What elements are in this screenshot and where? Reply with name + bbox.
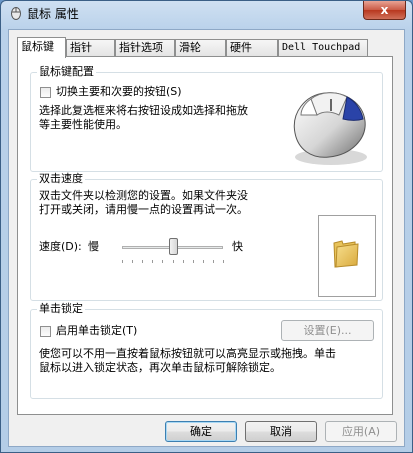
switch-buttons-label[interactable]: 切换主要和次要的按钮(S) [56, 85, 182, 99]
slider-tick [182, 260, 184, 263]
slider-tick [192, 260, 194, 263]
slider-tick [212, 260, 214, 263]
cancel-button[interactable]: 取消 [245, 421, 317, 442]
close-button[interactable]: x [363, 1, 406, 20]
close-icon: x [380, 3, 389, 17]
double-click-speed-group: 双击速度 双击文件夹以检测您的设置。如果文件夹没 打开或关闭，请用慢一点的设置再… [30, 172, 383, 301]
click-lock-label[interactable]: 启用单击锁定(T) [56, 324, 137, 338]
mouse-properties-icon [11, 7, 21, 20]
fast-label: 快 [232, 240, 243, 253]
ok-button[interactable]: 确定 [165, 421, 237, 442]
click-lock-description: 鼠标以进入锁定状态，再次单击鼠标可解除锁定。 [39, 361, 281, 374]
title-bar[interactable]: 鼠标 属性 x [1, 1, 412, 25]
test-area[interactable] [318, 215, 376, 297]
group-label: 单击锁定 [37, 302, 85, 316]
slow-label: 慢 [88, 240, 99, 253]
slider-tick [202, 260, 204, 263]
slider-tick [223, 260, 224, 263]
click-lock-settings-button[interactable]: 设置(E)... [281, 320, 374, 341]
speed-slider-thumb[interactable] [168, 238, 178, 255]
tab-hardware[interactable]: 硬件 [226, 39, 278, 56]
mouse-image-icon [293, 92, 367, 165]
slider-tick [172, 260, 174, 263]
tab-buttons[interactable]: 鼠标键 [17, 37, 66, 58]
double-click-description: 打开或关闭，请用慢一点的设置再试一次。 [39, 203, 248, 216]
double-click-description: 双击文件夹以检测您的设置。如果文件夹没 [39, 189, 248, 202]
mouse-properties-window: 鼠标 属性 x 鼠标键 指针 指针选项 滑轮 硬件 Dell Touchpad … [0, 0, 413, 453]
click-lock-checkbox[interactable] [40, 326, 51, 337]
group-label: 鼠标键配置 [37, 65, 96, 79]
slider-tick [162, 260, 164, 263]
dialog-client-area: 鼠标键 指针 指针选项 滑轮 硬件 Dell Touchpad 鼠标键配置 切换… [8, 29, 405, 447]
window-title: 鼠标 属性 [27, 7, 79, 21]
click-lock-description: 使您可以不用一直按着鼠标按钮就可以高亮显示或拖拽。单击 [39, 347, 336, 360]
tab-pointers[interactable]: 指针 [66, 39, 115, 56]
click-lock-group: 单击锁定 启用单击锁定(T) 设置(E)... 使您可以不用一直按着鼠标按钮就可… [30, 302, 383, 399]
tab-pointer-options[interactable]: 指针选项 [115, 39, 175, 56]
tab-wheel[interactable]: 滑轮 [175, 39, 226, 56]
slider-tick [132, 260, 134, 263]
switch-buttons-checkbox[interactable] [40, 87, 51, 98]
button-config-description: 选择此复选框来将右按钮设成如选择和拖放 [39, 104, 248, 117]
slider-tick [122, 260, 123, 263]
folder-icon[interactable] [331, 239, 361, 269]
slider-tick [142, 260, 144, 263]
button-config-group: 鼠标键配置 切换主要和次要的按钮(S) 选择此复选框来将右按钮设成如选择和拖放 … [30, 65, 383, 172]
tab-dell-touchpad[interactable]: Dell Touchpad [278, 39, 368, 56]
apply-button[interactable]: 应用(A) [325, 421, 397, 442]
slider-tick [152, 260, 154, 263]
tab-panel-buttons: 鼠标键配置 切换主要和次要的按钮(S) 选择此复选框来将右按钮设成如选择和拖放 … [17, 56, 393, 415]
group-label: 双击速度 [37, 172, 85, 186]
speed-label: 速度(D): [39, 240, 82, 253]
button-config-description: 等主要性能使用。 [39, 118, 127, 131]
